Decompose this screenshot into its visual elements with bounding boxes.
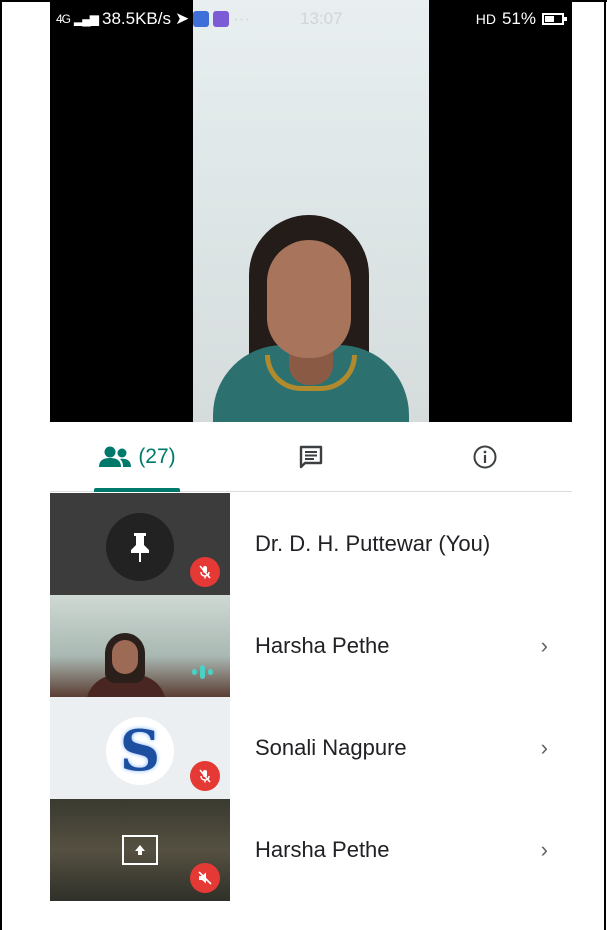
avatar: S — [106, 717, 174, 785]
participant-thumbnail — [50, 493, 230, 595]
chevron-right-icon[interactable]: › — [541, 735, 548, 761]
battery-percent: 51% — [501, 9, 536, 28]
main-video[interactable]: 4G ▂▄▆ 38.5KB/s ➤ ··· 13:07 HD 51% — [50, 0, 572, 422]
participant-thumbnail — [50, 595, 230, 697]
participant-name: Harsha Pethe — [255, 837, 390, 862]
signal-bars-icon: ▂▄▆ — [74, 12, 99, 26]
meet-screen: 4G ▂▄▆ 38.5KB/s ➤ ··· 13:07 HD 51% (27) … — [50, 0, 572, 930]
app-notification-icon — [213, 11, 230, 27]
participant-name: Sonali Nagpure — [255, 735, 407, 760]
tab-people[interactable]: (27) — [50, 422, 224, 492]
status-bar: 4G ▂▄▆ 38.5KB/s ➤ ··· 13:07 HD 51% — [50, 0, 572, 34]
participant-name: Harsha Pethe — [255, 633, 390, 658]
avatar-letter: S — [119, 718, 161, 784]
speaker-face — [267, 240, 351, 358]
participant-name: Dr. D. H. Puttewar (You) — [255, 531, 491, 556]
people-icon — [99, 446, 132, 467]
volume-off-icon — [190, 863, 220, 893]
send-icon: ➤ — [174, 9, 190, 28]
app-notification-icon — [193, 11, 210, 27]
speaking-indicator-icon — [192, 665, 213, 679]
participant-thumbnail — [50, 799, 230, 901]
video-feed — [193, 0, 429, 422]
frame-border — [604, 0, 606, 930]
battery-icon — [542, 13, 567, 25]
chevron-right-icon[interactable]: › — [541, 837, 548, 863]
participant-video-face — [112, 640, 138, 674]
participant-row[interactable]: Dr. D. H. Puttewar (You) — [50, 493, 572, 595]
signal-icon: 4G — [56, 12, 71, 26]
participant-row[interactable]: S Sonali Nagpure › — [50, 697, 572, 799]
participant-row[interactable]: Harsha Pethe › — [50, 595, 572, 697]
hd-call-icon: HD — [475, 11, 496, 27]
tab-info[interactable] — [398, 422, 572, 492]
more-notifications-icon: ··· — [233, 9, 251, 28]
clock: 13:07 — [300, 9, 343, 28]
presenting-icon — [122, 835, 158, 865]
chat-icon — [299, 445, 323, 469]
participant-thumbnail: S — [50, 697, 230, 799]
active-tab-indicator — [94, 488, 180, 492]
frame-border — [0, 0, 2, 930]
participant-list: Dr. D. H. Puttewar (You) Harsha Pethe › … — [50, 493, 572, 901]
people-count: (27) — [138, 445, 176, 468]
tab-chat[interactable] — [224, 422, 398, 492]
avatar — [106, 513, 174, 581]
info-icon — [473, 445, 497, 469]
chevron-right-icon[interactable]: › — [541, 633, 548, 659]
tab-bar: (27) — [50, 422, 572, 492]
pin-icon — [131, 533, 149, 562]
participant-row[interactable]: Harsha Pethe › — [50, 799, 572, 901]
mic-off-icon — [190, 557, 220, 587]
mic-off-icon — [190, 761, 220, 791]
network-speed: 38.5KB/s — [101, 9, 171, 28]
